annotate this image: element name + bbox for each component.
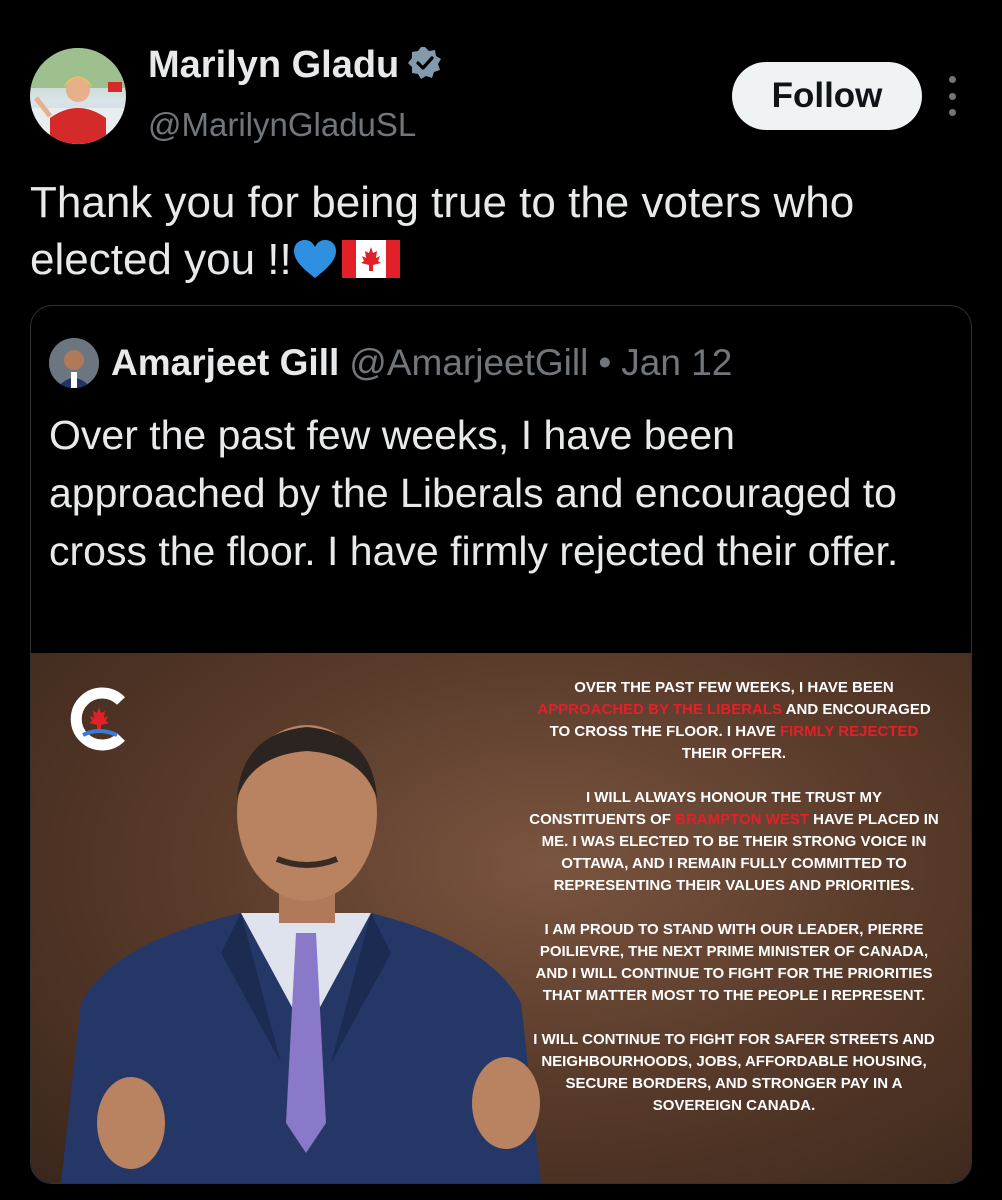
author-handle[interactable]: @MarilynGladuSL (148, 106, 416, 144)
statement-paragraph-4: I will continue to fight for safer stree… (533, 1031, 935, 1114)
quoted-separator: • (598, 342, 612, 383)
quoted-tweet-image[interactable]: Over the past few weeks, I have been app… (31, 653, 971, 1183)
tweet-body: Thank you for being true to the voters w… (30, 178, 855, 284)
quoted-date[interactable]: Jan 12 (621, 342, 732, 384)
statement-p1-a: Over the past few weeks, I have been (574, 679, 894, 696)
author-name[interactable]: Marilyn Gladu (148, 44, 399, 87)
quoted-tweet-card[interactable]: Amarjeet Gill @AmarjeetGill • Jan 12 Ove… (30, 305, 972, 1184)
more-options-icon[interactable] (944, 76, 960, 116)
statement-p2-highlight: Brampton West (675, 811, 809, 828)
author-name-row: Marilyn Gladu (148, 44, 443, 87)
quoted-author-name[interactable]: Amarjeet Gill (111, 342, 339, 384)
quoted-author-avatar[interactable] (49, 338, 99, 388)
author-avatar[interactable] (30, 48, 126, 144)
canada-flag-icon (341, 235, 400, 278)
follow-button[interactable]: Follow (732, 62, 922, 130)
quoted-author-handle[interactable]: @AmarjeetGill (349, 342, 588, 384)
statement-p1-highlight-1: approached by the Liberals (537, 701, 783, 718)
image-statement-text: Over the past few weeks, I have been app… (529, 677, 939, 1139)
statement-paragraph-3: I am proud to stand with our leader, Pie… (535, 921, 933, 1004)
speaker-photo (61, 725, 541, 1183)
statement-paragraph-2: I will always honour the trust my consti… (529, 787, 939, 897)
quoted-tweet-header: Amarjeet Gill @AmarjeetGill • Jan 12 (49, 338, 732, 388)
tweet-text: Thank you for being true to the voters w… (30, 174, 975, 288)
statement-p1-highlight-2: firmly rejected (779, 723, 919, 740)
verified-badge-icon (407, 45, 443, 86)
statement-p1-e: their offer. (681, 745, 787, 762)
statement-paragraph-1: Over the past few weeks, I have been app… (529, 677, 939, 765)
blue-heart-icon (292, 235, 338, 284)
quoted-tweet-text: Over the past few weeks, I have been app… (49, 412, 899, 574)
